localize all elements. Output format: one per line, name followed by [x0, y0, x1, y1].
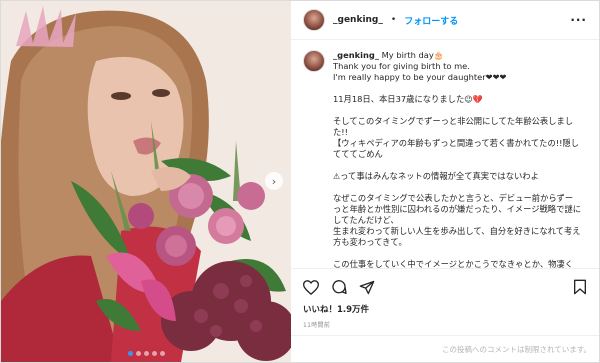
- post-caption: _genking_ My birth day🎂 Thank you for gi…: [291, 40, 599, 268]
- comment-icon[interactable]: [331, 279, 347, 295]
- carousel-dot: [127, 351, 133, 356]
- caption-line: 生まれ変わって新しい人生を歩み出して、自分を好きになれて考え方も変わってきて。: [333, 226, 581, 247]
- carousel-next-button[interactable]: ›: [265, 172, 283, 190]
- caption-line: そしてこのタイミングでずーっと非公開にしてた年齢公表しました!!: [333, 116, 574, 137]
- avatar[interactable]: [303, 9, 325, 31]
- caption-text: _genking_ My birth day🎂 Thank you for gi…: [333, 50, 581, 268]
- birthday-cake-icon: 🎂: [433, 51, 444, 60]
- caption-line: この仕事をしていく中でイメージとかこうでなきゃとか、物凄く: [333, 259, 574, 268]
- post-photo[interactable]: ›: [1, 1, 291, 362]
- likes-count[interactable]: いいね！1.9万件: [303, 303, 587, 315]
- carousel-dot: [151, 351, 157, 356]
- caption-line: 11月18日、本日37歳になりました: [333, 94, 465, 104]
- caption-avatar[interactable]: [303, 50, 325, 72]
- post-actions: いいね！1.9万件 11時間前: [291, 268, 599, 329]
- caption-line: って事はみんなネットの情報が全て真実ではないわよ: [340, 171, 539, 181]
- wink-heart-icon: 😉💔: [464, 95, 483, 104]
- bookmark-icon[interactable]: [573, 279, 587, 295]
- carousel-dot: [143, 351, 149, 356]
- header-username[interactable]: _genking_: [333, 15, 383, 25]
- photo-illustration: [1, 1, 291, 362]
- caption-line: I'm really happy to be your daughter❤❤❤: [333, 72, 507, 82]
- carousel-dot: [159, 351, 165, 356]
- follow-button[interactable]: フォローする: [404, 14, 458, 27]
- post-header: _genking_ • フォローする ···: [291, 1, 599, 40]
- post-side-panel: _genking_ • フォローする ··· _genking_ My birt…: [291, 1, 599, 362]
- instagram-post: › _genking_ • フォローする ··· _genking_ My bi…: [0, 0, 600, 363]
- heart-icon[interactable]: [303, 279, 319, 295]
- share-icon[interactable]: [359, 280, 375, 295]
- header-separator: •: [390, 15, 397, 25]
- caption-line: 【ウィキペディアの年齢もずっと間違って若く書かれてたの!!隠してててごめん: [333, 138, 580, 159]
- caption-line: My birth day: [381, 50, 434, 60]
- post-timestamp[interactable]: 11時間前: [303, 320, 587, 329]
- caption-line: なぜこのタイミングで公表したかと言うと、デビュー前からずーっと年齢とか性別に囚わ…: [333, 193, 581, 225]
- carousel-indicator: [1, 351, 291, 356]
- comments-disabled-notice: この投稿へのコメントは制限されています。: [291, 335, 599, 362]
- carousel-dot: [135, 351, 141, 356]
- caption-username[interactable]: _genking_: [333, 50, 379, 60]
- caption-line: Thank you for giving birth to me.: [333, 61, 470, 71]
- more-options-icon[interactable]: ···: [570, 13, 587, 27]
